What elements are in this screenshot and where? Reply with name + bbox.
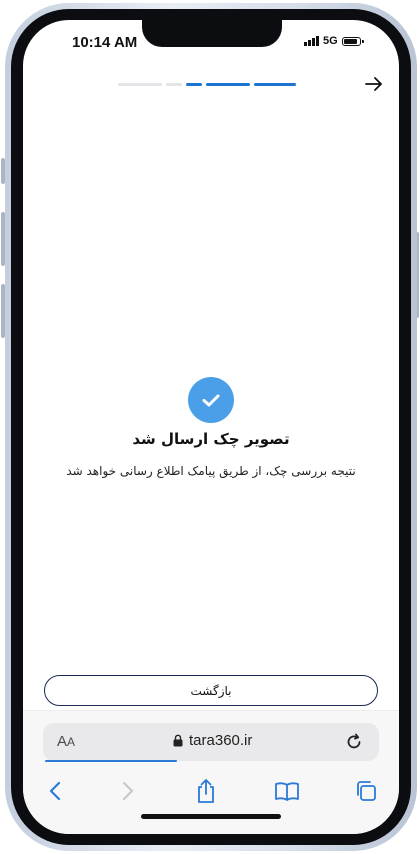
- success-title: تصویر چک ارسال شد: [132, 430, 290, 448]
- step-segment-2: [166, 83, 182, 86]
- browser-forward-icon[interactable]: [114, 778, 142, 804]
- browser-back-icon[interactable]: [41, 778, 69, 804]
- status-time: 10:14 AM: [72, 34, 138, 51]
- text-size-label-small: A: [67, 735, 76, 749]
- return-button[interactable]: بازگشت: [44, 675, 378, 706]
- back-arrow-icon[interactable]: [363, 75, 385, 93]
- url-display[interactable]: tara360.ir: [173, 732, 252, 749]
- share-icon[interactable]: [192, 778, 220, 804]
- step-segment-1: [118, 83, 162, 86]
- text-size-button[interactable]: AA: [57, 733, 75, 750]
- step-segment-3: [186, 83, 202, 86]
- screen: 10:14 AM 5G تصویر چک ارسال شد نتیجه بررس…: [23, 20, 399, 834]
- lock-icon: [173, 734, 183, 747]
- success-message: نتیجه بررسی چک، از طریق پیامک اطلاع رسان…: [66, 464, 356, 478]
- network-type: 5G: [323, 35, 338, 47]
- home-indicator: [141, 814, 281, 819]
- domain-text: tara360.ir: [189, 732, 253, 749]
- reload-icon[interactable]: [344, 732, 364, 752]
- tabs-icon[interactable]: [352, 778, 380, 804]
- success-check-icon: [188, 377, 234, 423]
- battery-icon: [341, 36, 364, 46]
- notch: [142, 20, 282, 47]
- browser-toolbar: AA tara360.ir: [23, 710, 399, 834]
- status-indicators: 5G: [304, 35, 364, 47]
- step-progress: [118, 83, 296, 86]
- page-load-progress: [45, 760, 177, 762]
- step-segment-4: [206, 83, 250, 86]
- bookmarks-icon[interactable]: [273, 778, 301, 804]
- text-size-label-big: A: [57, 733, 68, 750]
- signal-icon: [304, 36, 319, 46]
- step-segment-5: [254, 83, 296, 86]
